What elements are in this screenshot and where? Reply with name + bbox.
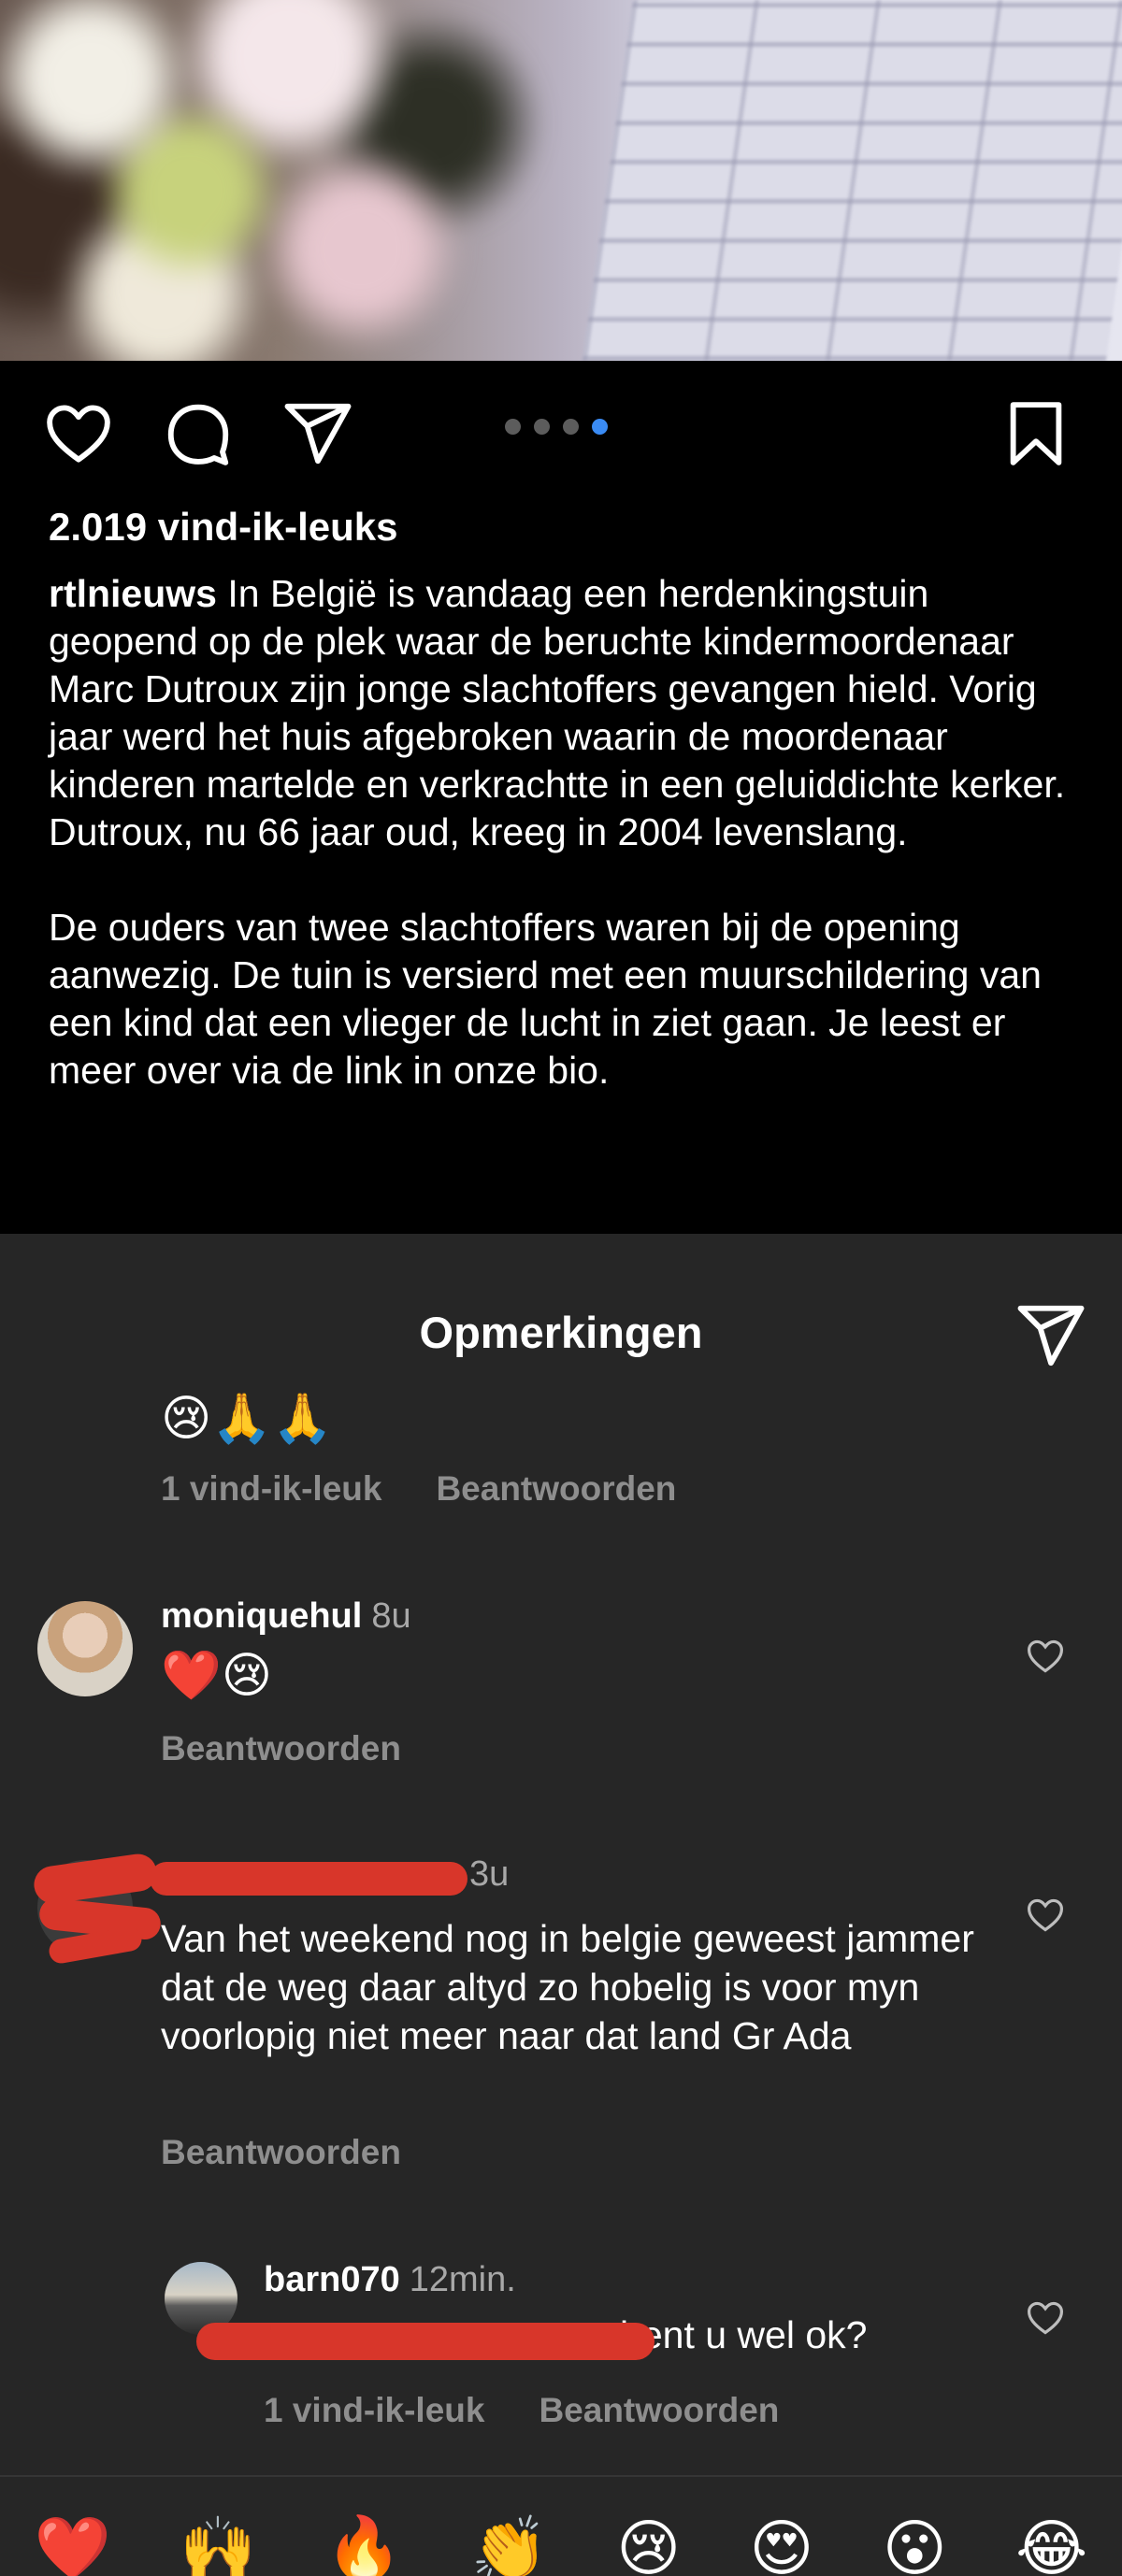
likes-count[interactable]: 2.019 vind-ik-leuks (49, 505, 398, 550)
reaction-surprised[interactable]: 😮 (883, 2516, 947, 2576)
carousel-dot (505, 419, 521, 435)
comment-time: 8u (371, 1596, 411, 1636)
comment-button[interactable] (159, 394, 237, 473)
reaction-raised-hands[interactable]: 🙌 (180, 2516, 256, 2576)
comment-text: ❤️😢 (161, 1648, 272, 1704)
comment-likes-count[interactable]: 1 vind-ik-leuk (264, 2391, 484, 2430)
redaction-mark (196, 2323, 654, 2360)
caption-username[interactable]: rtlnieuws (49, 572, 217, 615)
reaction-clap[interactable]: 👏 (471, 2516, 548, 2576)
carousel-indicator (505, 419, 608, 435)
comment-meta: Beantwoorden (161, 2133, 401, 2172)
bookmark-icon (1010, 402, 1062, 465)
carousel-dot-active (592, 419, 608, 435)
comment-meta: 1 vind-ik-leuk Beantwoorden (264, 2391, 779, 2430)
reaction-fire[interactable]: 🔥 (325, 2516, 402, 2576)
heart-icon (47, 405, 110, 463)
comment-username[interactable]: moniquehul (161, 1596, 362, 1636)
reaction-laughing[interactable]: 😂 (1015, 2516, 1087, 2576)
post-action-bar (0, 361, 1122, 501)
share-button[interactable] (279, 394, 357, 473)
quick-reactions-bar: ❤️ 🙌 🔥 👏 😢 😍 😮 😂 (0, 2477, 1122, 2576)
caption-text: De ouders van twee slachtoffers waren bi… (49, 906, 1042, 1092)
carousel-dot (534, 419, 550, 435)
comment-like-button[interactable] (1025, 1636, 1070, 1681)
heart-outline-icon (1027, 1639, 1064, 1673)
reply-button[interactable]: Beantwoorden (436, 1469, 676, 1509)
sheet-title: Opmerkingen (419, 1308, 703, 1357)
comment-header: moniquehul 8u (161, 1596, 411, 1637)
like-button[interactable] (39, 394, 118, 473)
heart-outline-icon (1027, 2301, 1064, 2335)
comment-header: barn070 12min. (264, 2260, 516, 2300)
comment-meta: Beantwoorden (161, 1729, 401, 1768)
reply-button[interactable]: Beantwoorden (539, 2391, 779, 2430)
post-photo[interactable] (0, 0, 1122, 361)
heart-outline-icon (1027, 1898, 1064, 1932)
comment-text: 😢🙏🙏 (161, 1391, 333, 1447)
redaction-mark (150, 1862, 468, 1896)
comment-text: Van het weekend nog in belgie geweest ja… (161, 1917, 974, 2057)
reaction-heart[interactable]: ❤️ (35, 2516, 111, 2576)
reaction-heart-eyes[interactable]: 😍 (750, 2516, 814, 2576)
comment-time: 12min. (409, 2260, 516, 2299)
share-icon (284, 403, 352, 465)
comments-sheet: Opmerkingen 😢🙏🙏 1 vind-ik-leuk Beantwoor… (0, 1234, 1122, 2576)
comment-meta: 1 vind-ik-leuk Beantwoorden (161, 1469, 676, 1509)
post-caption: rtlnieuws In België is vandaag een herde… (49, 570, 1086, 1095)
comment-username[interactable]: barn070 (264, 2260, 400, 2299)
reply-button[interactable]: Beantwoorden (161, 2133, 401, 2172)
reply-button[interactable]: Beantwoorden (161, 1729, 401, 1768)
share-comments-button[interactable] (1014, 1299, 1093, 1378)
comment-icon (167, 404, 229, 465)
comment-like-button[interactable] (1025, 1895, 1070, 1939)
reaction-crying[interactable]: 😢 (616, 2516, 681, 2576)
share-icon (1017, 1305, 1085, 1367)
comment-time: 3u (469, 1854, 510, 1894)
avatar[interactable] (37, 1601, 133, 1696)
flowers-image (0, 0, 673, 361)
comment-likes-count[interactable]: 1 vind-ik-leuk (161, 1469, 381, 1509)
save-button[interactable] (997, 394, 1075, 473)
comment-like-button[interactable] (1025, 2297, 1070, 2342)
carousel-dot (563, 419, 579, 435)
brick-wall-image (582, 0, 1122, 361)
